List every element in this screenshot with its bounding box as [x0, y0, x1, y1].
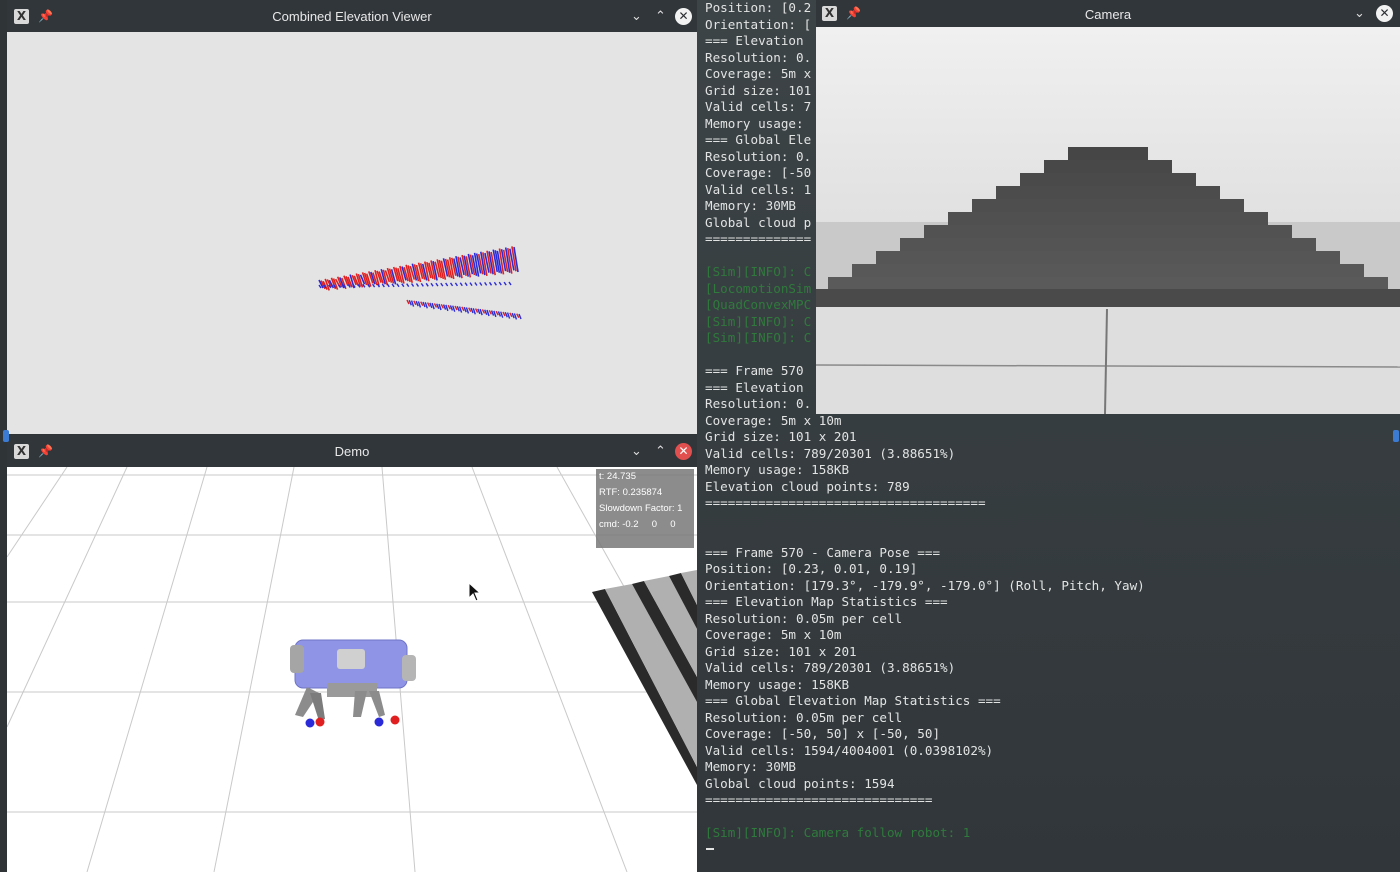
slowdown-factor: Slowdown Factor: 1: [599, 503, 683, 514]
camera-scene: [816, 147, 1400, 414]
terminal-line: Global cloud points: 1594: [705, 775, 895, 791]
terminal-cursor: [706, 848, 714, 850]
terminal-line: Grid size: 101 x 201: [705, 643, 857, 659]
elevation-viewer-window[interactable]: X 📌 Combined Elevation Viewer ⌄ ⌃ ✕: [7, 0, 697, 434]
chevron-down-icon: ⌄: [631, 9, 642, 24]
terminal-line: Resolution: 0.05m per cell: [705, 709, 903, 725]
maximize-button[interactable]: ⌃: [652, 8, 669, 25]
terminal-line: Memory usage: 158KB: [705, 462, 850, 477]
stats-overlay: t: 24.735 RTF: 0.235874 Slowdown Factor:…: [596, 469, 694, 548]
terminal-line: Orientation: [179.3°, -179.9°, -179.0°] …: [705, 577, 1145, 593]
terminal-line: === Elevation Map Statistics ===: [705, 594, 948, 609]
terminal-line: =====================================: [705, 495, 986, 510]
close-icon: ✕: [678, 9, 689, 23]
simulation-viewport[interactable]: t: 24.735 RTF: 0.235874 Slowdown Factor:…: [7, 467, 697, 872]
elevation-viewer-titlebar[interactable]: X 📌 Combined Elevation Viewer ⌄ ⌃ ✕: [7, 0, 697, 32]
resize-handle[interactable]: [3, 430, 9, 442]
close-icon: ✕: [1379, 6, 1390, 20]
terminal-line: Grid size: 101 x 201: [705, 429, 857, 444]
elevation-point-cloud: [318, 246, 522, 320]
terminal-line: [Sim][INFO]: Camera follow robot: 1: [705, 825, 971, 840]
terminal-line: Resolution: 0.05m per cell: [705, 610, 903, 626]
demo-titlebar[interactable]: X 📌 Demo ⌄ ⌃ ✕: [7, 435, 697, 467]
terminal-line: Valid cells: 789/20301 (3.88651%): [705, 660, 956, 675]
demo-window[interactable]: X 📌 Demo ⌄ ⌃ ✕ t: 24.735 RTF: 0.235874 S…: [7, 435, 697, 872]
terminal-line: === Global Elevation Map Statistics ===: [705, 693, 1001, 708]
real-time-factor: RTF: 0.235874: [599, 487, 663, 498]
terminal-line: Valid cells: 1594/4004001 (0.0398102%): [705, 742, 994, 758]
sim-time: t: 24.735: [599, 471, 636, 482]
resize-handle[interactable]: [1393, 430, 1399, 442]
window-title: Camera: [1084, 7, 1132, 22]
camera-titlebar[interactable]: X 📌 Camera ⌄ ✕: [816, 0, 1400, 27]
terminal-line: Coverage: 5m x 10m: [705, 627, 842, 642]
chevron-down-icon: ⌄: [1354, 6, 1365, 21]
minimize-button[interactable]: ⌄: [628, 443, 645, 460]
stairs: [592, 570, 697, 785]
chevron-up-icon: ⌃: [655, 9, 666, 24]
terminal-line: Memory: 30MB: [705, 759, 796, 774]
chevron-down-icon: ⌄: [631, 444, 642, 459]
mouse-cursor-icon: [468, 582, 482, 602]
elevation-3d-viewport[interactable]: [7, 32, 697, 434]
minimize-button[interactable]: ⌄: [628, 8, 645, 25]
quadruped-robot: [290, 639, 416, 728]
camera-feed: [816, 27, 1400, 414]
terminal-line: Coverage: [-50, 50] x [-50, 50]: [705, 726, 941, 741]
window-title: Demo: [334, 444, 370, 459]
close-button[interactable]: ✕: [675, 8, 692, 25]
camera-window[interactable]: X 📌 Camera ⌄ ✕: [816, 0, 1400, 414]
terminal-line: Position: [0.23, 0.01, 0.19]: [705, 561, 918, 576]
terminal-line: Memory usage: 158KB: [705, 676, 850, 692]
close-button[interactable]: ✕: [1376, 5, 1393, 22]
terminal-line: Elevation cloud points: 789: [705, 478, 910, 494]
command-readout: cmd: -0.2 0 0: [599, 519, 676, 530]
close-button[interactable]: ✕: [675, 443, 692, 460]
simulation-scene: [7, 467, 697, 872]
terminal-line: ==============================: [705, 792, 933, 807]
chevron-up-icon: ⌃: [655, 444, 666, 459]
minimize-button[interactable]: ⌄: [1351, 5, 1368, 22]
window-title: Combined Elevation Viewer: [272, 9, 432, 24]
terminal-line: === Frame 570 - Camera Pose ===: [705, 544, 941, 560]
terminal-line: Valid cells: 789/20301 (3.88651%): [705, 445, 956, 461]
terminal-line: Coverage: 5m x 10m: [705, 412, 842, 428]
maximize-button[interactable]: ⌃: [652, 443, 669, 460]
close-icon: ✕: [678, 444, 689, 458]
